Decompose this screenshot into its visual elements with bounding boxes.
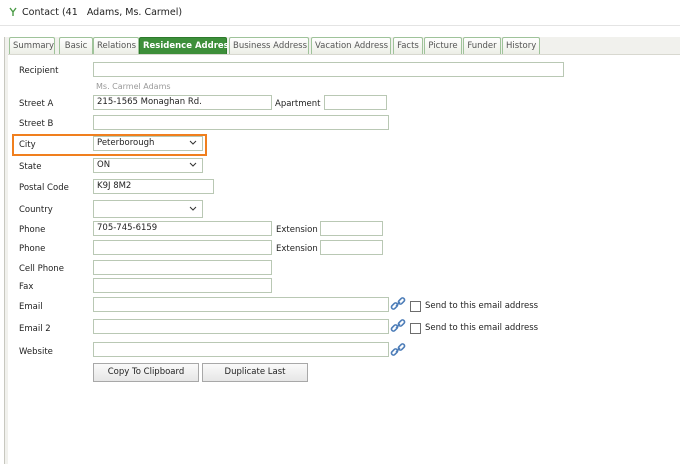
tab-funder[interactable]: Funder <box>463 37 501 54</box>
tab-facts[interactable]: Facts <box>393 37 423 54</box>
chevron-down-icon <box>189 140 197 145</box>
extension-2-label: Extension <box>276 244 318 254</box>
chain-link-icon[interactable] <box>390 342 406 358</box>
recipient-input[interactable] <box>93 62 564 77</box>
tab-basic[interactable]: Basic <box>59 37 93 54</box>
tab-history[interactable]: History <box>502 37 540 54</box>
send-email-checkbox[interactable] <box>410 301 421 312</box>
state-select[interactable]: ON <box>93 158 203 173</box>
phone-input[interactable]: 705-745-6159 <box>93 221 272 236</box>
email-label: Email <box>19 302 43 312</box>
postal-code-label: Postal Code <box>19 183 69 193</box>
extension-2-input[interactable] <box>320 240 383 255</box>
window-title: Contact (41 Adams, Ms. Carmel) <box>22 7 183 18</box>
tab-business-address[interactable]: Business Address <box>229 37 309 54</box>
country-label: Country <box>19 205 53 215</box>
tab-residence-address[interactable]: Residence Address <box>139 37 234 54</box>
street-a-label: Street A <box>19 99 54 109</box>
chevron-down-icon <box>189 206 197 211</box>
apartment-input[interactable] <box>324 95 387 110</box>
apartment-label: Apartment <box>275 99 321 109</box>
extension-input[interactable] <box>320 221 383 236</box>
cell-phone-label: Cell Phone <box>19 264 64 274</box>
tab-relations[interactable]: Relations <box>93 37 139 54</box>
cell-phone-input[interactable] <box>93 260 272 275</box>
duplicate-last-button[interactable]: Duplicate Last <box>202 363 308 382</box>
phone-2-label: Phone <box>19 244 46 254</box>
send-email-2-checkbox[interactable] <box>410 323 421 334</box>
street-b-label: Street B <box>19 119 54 129</box>
city-select[interactable]: Peterborough <box>93 136 203 151</box>
chevron-down-icon <box>189 162 197 167</box>
send-email-label: Send to this email address <box>425 301 539 311</box>
fax-label: Fax <box>19 282 34 292</box>
phone-2-input[interactable] <box>93 240 272 255</box>
tab-summary[interactable]: Summary <box>9 37 55 54</box>
recipient-hint: Ms. Carmel Adams <box>96 82 171 91</box>
fax-input[interactable] <box>93 278 272 293</box>
city-label: City <box>19 140 36 150</box>
chain-link-icon[interactable] <box>390 318 406 334</box>
copy-to-clipboard-button[interactable]: Copy To Clipboard <box>93 363 199 382</box>
state-label: State <box>19 162 42 172</box>
street-b-input[interactable] <box>93 115 389 130</box>
window-titlebar: Contact (41 Adams, Ms. Carmel) <box>0 0 680 26</box>
email-input[interactable] <box>93 297 389 312</box>
tab-picture[interactable]: Picture <box>424 37 462 54</box>
tab-vacation-address[interactable]: Vacation Address <box>311 37 391 54</box>
country-select[interactable] <box>93 200 203 218</box>
street-a-input[interactable]: 215-1565 Monaghan Rd. <box>93 95 272 110</box>
state-select-value: ON <box>97 160 111 170</box>
chain-link-icon[interactable] <box>390 296 406 312</box>
extension-label: Extension <box>276 225 318 235</box>
contact-tree-icon <box>9 7 17 16</box>
email-2-label: Email 2 <box>19 324 51 334</box>
phone-label: Phone <box>19 225 46 235</box>
website-label: Website <box>19 347 53 357</box>
send-email-2-label: Send to this email address <box>425 323 539 333</box>
recipient-label: Recipient <box>19 66 59 76</box>
city-select-value: Peterborough <box>97 138 155 148</box>
email-2-input[interactable] <box>93 319 389 334</box>
postal-code-input[interactable]: K9J 8M2 <box>93 179 214 194</box>
website-input[interactable] <box>93 342 389 357</box>
